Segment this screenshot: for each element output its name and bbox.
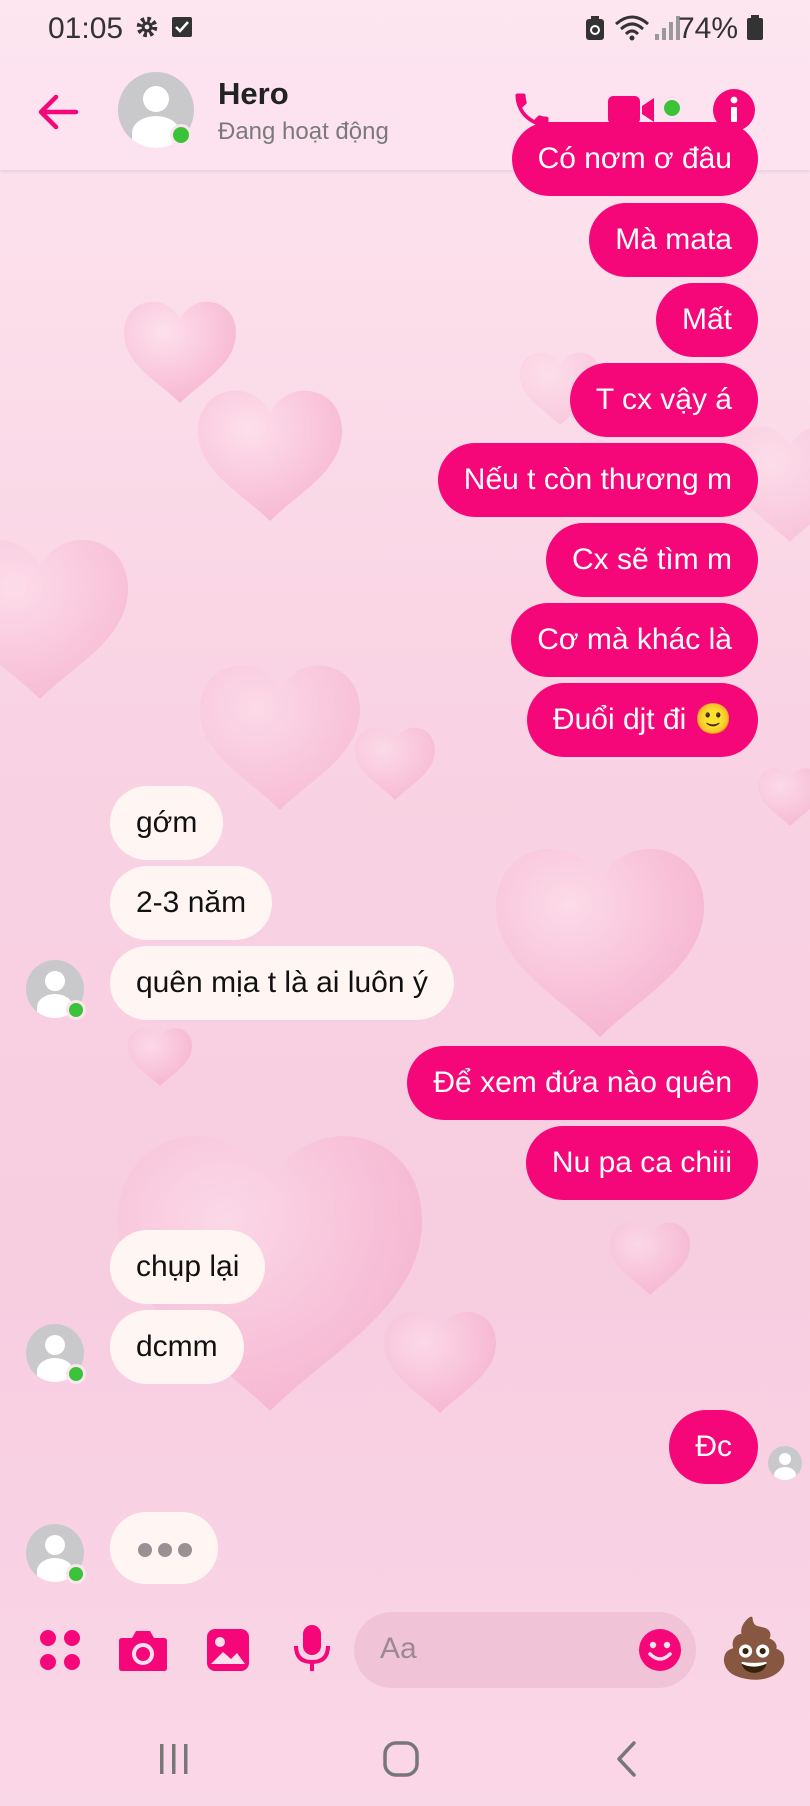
video-online-indicator (664, 100, 680, 116)
contact-name[interactable]: Hero (218, 76, 289, 112)
checkbox-notification-icon (170, 14, 194, 45)
outgoing-message[interactable]: Mà mata (589, 203, 758, 277)
settings-gear-icon (134, 14, 160, 45)
online-indicator (66, 1000, 86, 1020)
back-nav-icon[interactable] (614, 1740, 638, 1783)
typing-indicator (110, 1512, 218, 1584)
signal-icon (654, 14, 680, 47)
incoming-message[interactable]: chụp lại (110, 1230, 266, 1304)
wifi-icon (614, 14, 650, 47)
incoming-message[interactable]: gớm (110, 786, 224, 860)
outgoing-message[interactable]: Nếu t còn thương m (437, 443, 758, 517)
status-bar: 01:05 74% (0, 0, 810, 58)
message-input-placeholder: Aa (380, 1632, 417, 1665)
message-input[interactable]: Aa (354, 1612, 696, 1688)
outgoing-message[interactable]: Cơ mà khác là (511, 603, 758, 677)
system-navigation-bar (0, 1722, 810, 1806)
recent-apps-icon[interactable] (158, 1742, 190, 1781)
online-indicator (66, 1364, 86, 1384)
recycle-icon (584, 14, 606, 47)
apps-icon[interactable] (38, 1628, 82, 1677)
outgoing-message[interactable]: T cx vậy á (569, 363, 758, 437)
back-arrow-icon[interactable] (36, 90, 80, 134)
outgoing-message[interactable]: Để xem đứa nào quên (407, 1046, 758, 1120)
incoming-message[interactable]: 2-3 năm (110, 866, 273, 940)
outgoing-message[interactable]: Đuổi djt đi 🙂 (526, 683, 758, 757)
camera-icon[interactable] (118, 1628, 168, 1677)
seen-receipt-avatar (768, 1446, 802, 1480)
incoming-message[interactable]: quên mịa t là ai luôn ý (110, 946, 454, 1020)
online-indicator (170, 124, 192, 146)
outgoing-message[interactable]: Nu pa ca chiii (525, 1126, 758, 1200)
battery-icon (746, 14, 764, 47)
battery-percentage: 74% (677, 12, 738, 45)
incoming-message[interactable]: dcmm (110, 1310, 244, 1384)
outgoing-message[interactable]: Có nơm ơ đâu (511, 122, 758, 196)
online-indicator (66, 1564, 86, 1584)
quick-reaction-button[interactable]: 💩 (718, 1612, 790, 1686)
message-composer: Aa 💩 (0, 1590, 810, 1720)
status-time: 01:05 (48, 12, 124, 45)
contact-status: Đang hoạt động (218, 118, 389, 145)
outgoing-message[interactable]: Đc (669, 1410, 758, 1484)
gallery-icon[interactable] (206, 1628, 250, 1677)
outgoing-message[interactable]: Cx sẽ tìm m (545, 523, 758, 597)
home-icon[interactable] (382, 1740, 420, 1783)
emoji-icon[interactable] (638, 1628, 682, 1677)
outgoing-message[interactable]: Mất (655, 283, 758, 357)
microphone-icon[interactable] (292, 1624, 332, 1679)
